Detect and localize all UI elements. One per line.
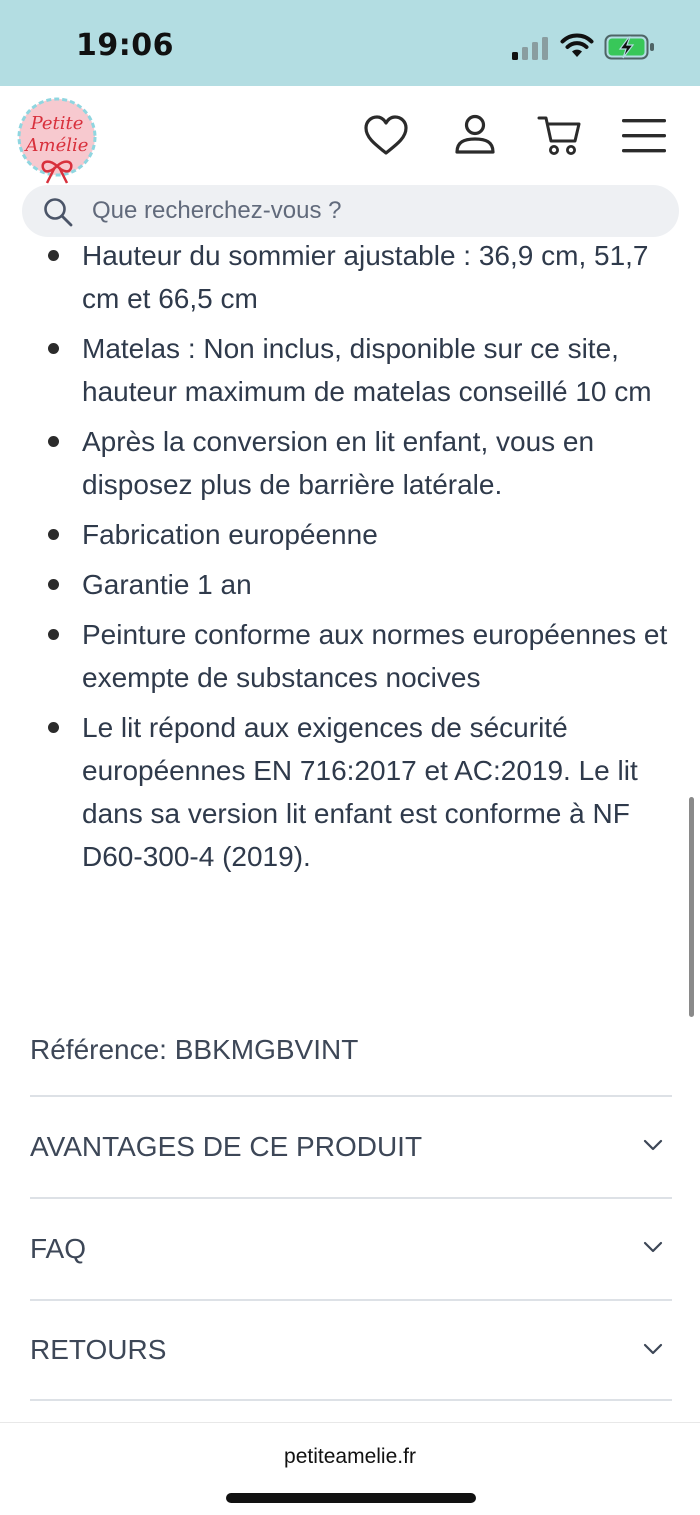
accordion-avantages[interactable]: AVANTAGES DE CE PRODUIT <box>30 1095 672 1197</box>
chevron-down-icon <box>643 1139 663 1151</box>
accordion-retours[interactable]: RETOURS <box>30 1299 672 1401</box>
home-indicator[interactable] <box>226 1493 476 1503</box>
search-input[interactable] <box>92 185 652 237</box>
svg-text:Amélie: Amélie <box>24 135 89 156</box>
search-icon <box>44 198 73 227</box>
menu-icon[interactable] <box>620 112 668 160</box>
cellular-signal-icon <box>512 37 548 60</box>
list-item: Après la conversion en lit enfant, vous … <box>30 420 680 506</box>
list-item: Fabrication européenne <box>30 513 680 556</box>
accordion-label: AVANTAGES DE CE PRODUIT <box>30 1131 423 1162</box>
heart-icon[interactable] <box>362 112 410 160</box>
accordion-label: RETOURS <box>30 1334 167 1365</box>
accordion-faq[interactable]: FAQ <box>30 1197 672 1299</box>
cart-icon[interactable] <box>536 112 584 160</box>
scrollbar[interactable] <box>689 797 694 1017</box>
feature-list: Hauteur du sommier ajustable : 36,9 cm, … <box>30 237 680 885</box>
accordion-label: FAQ <box>30 1233 87 1264</box>
url-text[interactable]: petiteamelie.fr <box>0 1445 700 1469</box>
product-description: Hauteur du sommier ajustable : 36,9 cm, … <box>0 237 700 1422</box>
list-item: Garantie 1 an <box>30 563 680 606</box>
svg-text:Petite: Petite <box>30 113 84 134</box>
list-item: Matelas : Non inclus, disponible sur ce … <box>30 327 680 413</box>
status-time: 19:06 <box>76 28 174 63</box>
list-item: Hauteur du sommier ajustable : 36,9 cm, … <box>30 237 680 320</box>
list-item: Peinture conforme aux normes européennes… <box>30 613 680 699</box>
site-header <box>0 86 700 186</box>
battery-charging-icon <box>604 34 654 60</box>
product-reference: Référence: BBKMGBVINT <box>30 1034 359 1065</box>
list-item: Le lit répond aux exigences de sécurité … <box>30 706 680 878</box>
user-icon[interactable] <box>451 112 499 160</box>
browser-address-bar[interactable]: petiteamelie.fr <box>0 1422 700 1515</box>
wifi-icon <box>560 33 594 57</box>
product-accordion: AVANTAGES DE CE PRODUIT FAQ RETOURS <box>30 1095 672 1401</box>
search-bar[interactable] <box>22 185 679 237</box>
chevron-down-icon <box>643 1343 663 1355</box>
status-bar: 19:06 <box>0 0 700 86</box>
chevron-down-icon <box>643 1241 663 1253</box>
page: 19:06 Petite Amélie Que recherchez-vous … <box>0 0 700 1515</box>
petite-amelie-logo[interactable]: Petite Amélie <box>16 96 98 186</box>
